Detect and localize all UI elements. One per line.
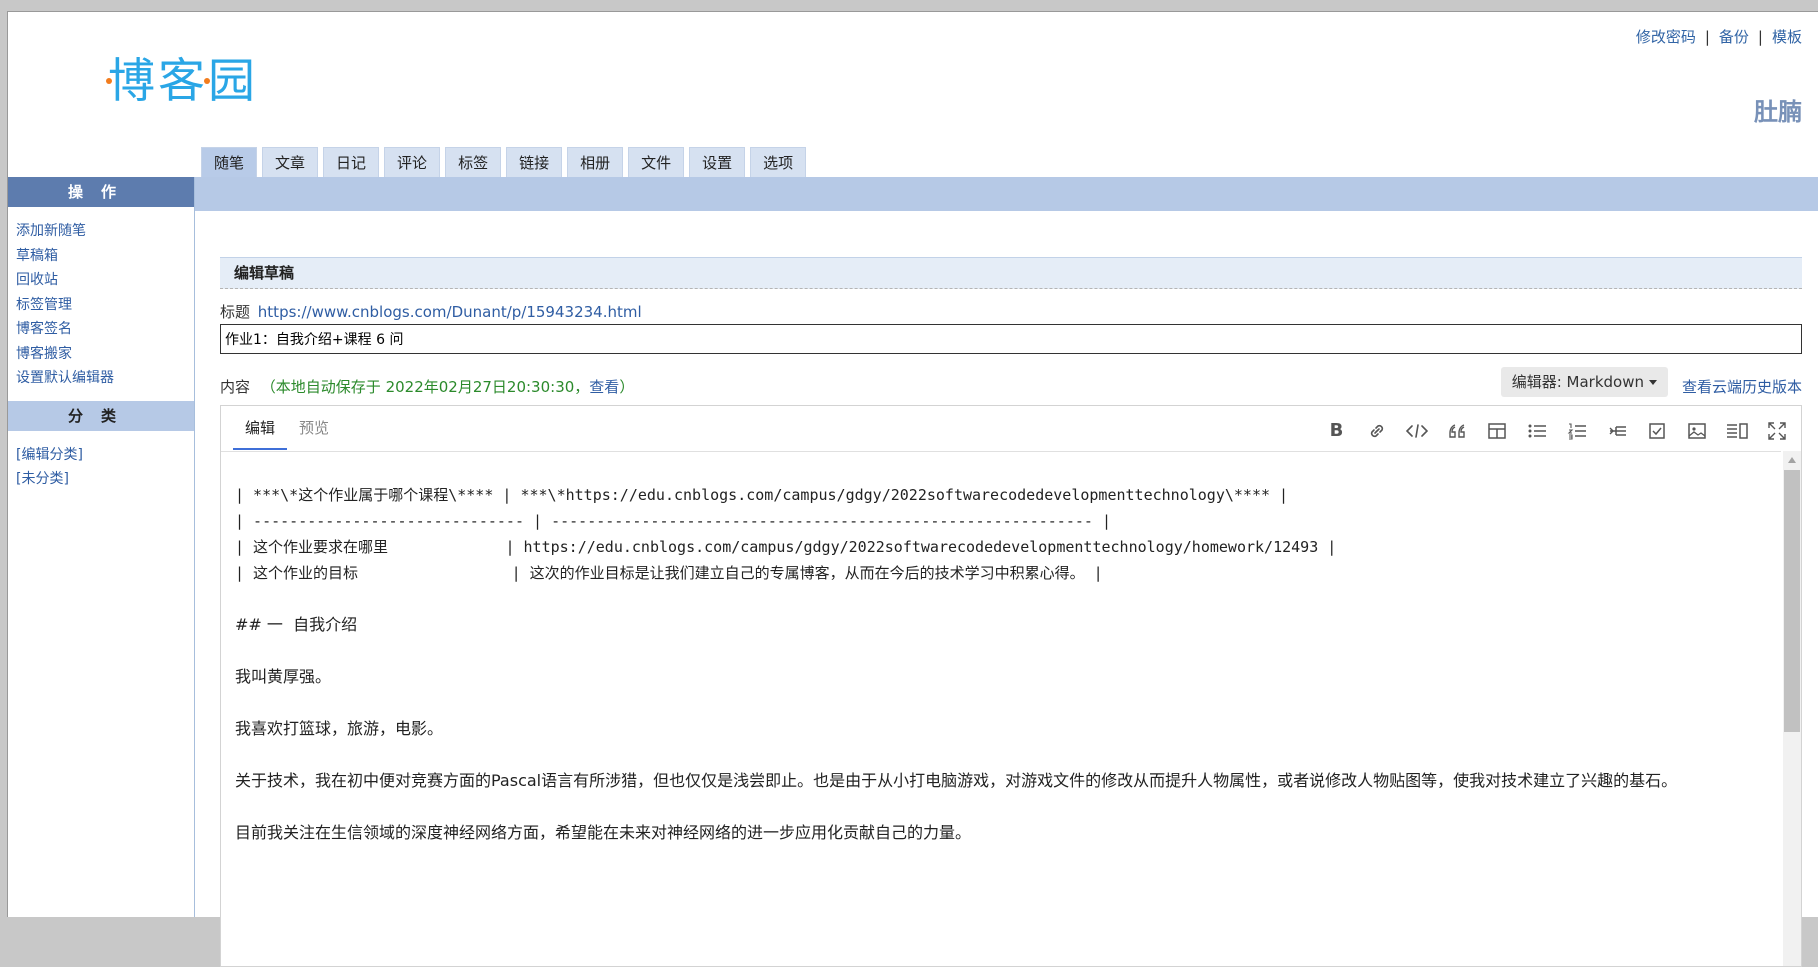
- autosave-view-link[interactable]: 查看: [589, 378, 619, 396]
- autosave-notice: （本地自动保存于 2022年02月27日20:30:30，查看）: [261, 378, 635, 396]
- editor-line: | 这个作业要求在哪里 | https://edu.cnblogs.com/ca…: [235, 534, 1767, 560]
- editor-line: [235, 586, 1767, 612]
- sidebar: 操作 添加新随笔 草稿箱 回收站 标签管理 博客签名 博客搬家 设置默认编辑器 …: [8, 177, 195, 917]
- main-tabs: 随笔 文章 日记 评论 标签 链接 相册 文件 设置 选项: [201, 147, 806, 178]
- tab-albums[interactable]: 相册: [567, 147, 623, 178]
- editor-line: 我叫黄厚强。: [235, 664, 1767, 690]
- backup-link[interactable]: 备份: [1719, 28, 1749, 46]
- bullet-list-icon[interactable]: [1524, 418, 1549, 443]
- tab-posts[interactable]: 随笔: [201, 147, 257, 178]
- sidebar-category-list: [编辑分类] [未分类]: [8, 431, 194, 502]
- sidebar-item-add-post[interactable]: 添加新随笔: [16, 219, 194, 244]
- editor-tabs: 编辑 预览: [233, 406, 341, 451]
- editor-line: [235, 742, 1767, 768]
- page-title: 编辑草稿: [220, 257, 1802, 289]
- editor-line: 关于技术，我在初中便对竞赛方面的Pascal语言有所涉猎，但也仅仅是浅尝即止。也…: [235, 768, 1767, 794]
- top-links: 修改密码 | 备份 | 模板: [1636, 26, 1802, 47]
- separator: |: [1705, 28, 1710, 46]
- sidebar-item-default-editor[interactable]: 设置默认编辑器: [16, 366, 194, 391]
- tab-bar-strip: [194, 177, 1818, 211]
- sidebar-ops-list: 添加新随笔 草稿箱 回收站 标签管理 博客签名 博客搬家 设置默认编辑器: [8, 207, 194, 401]
- bold-glyph: B: [1330, 420, 1344, 441]
- tab-diary[interactable]: 日记: [323, 147, 379, 178]
- content-label: 内容: [220, 378, 250, 396]
- username[interactable]: 肚腩: [1754, 92, 1802, 127]
- logo-dot: [106, 78, 112, 84]
- table-icon[interactable]: [1484, 418, 1509, 443]
- link-icon[interactable]: [1364, 418, 1389, 443]
- markdown-textarea[interactable]: | ***\*这个作业属于哪个课程\**** | ***\*https://ed…: [221, 451, 1781, 966]
- side-by-side-icon[interactable]: [1724, 418, 1749, 443]
- checkbox-icon[interactable]: [1644, 418, 1669, 443]
- main-content: 编辑草稿 标题 https://www.cnblogs.com/Dunant/p…: [220, 257, 1802, 406]
- sidebar-item-uncategorized[interactable]: [未分类]: [16, 467, 194, 492]
- sidebar-item-edit-categories[interactable]: [编辑分类]: [16, 443, 194, 468]
- editor-scrollbar[interactable]: [1783, 451, 1801, 966]
- editor-line: | ***\*这个作业属于哪个课程\**** | ***\*https://ed…: [235, 482, 1767, 508]
- scrollbar-thumb[interactable]: [1784, 470, 1800, 732]
- autosave-text: （本地自动保存于 2022年02月27日20:30:30，: [261, 378, 590, 396]
- sidebar-item-blog-signature[interactable]: 博客签名: [16, 317, 194, 342]
- tab-links[interactable]: 链接: [506, 147, 562, 178]
- editor-type-dropdown[interactable]: 编辑器: Markdown: [1501, 367, 1668, 397]
- tab-preview[interactable]: 预览: [287, 406, 341, 448]
- quote-icon[interactable]: [1444, 418, 1469, 443]
- sidebar-item-recycle-bin[interactable]: 回收站: [16, 268, 194, 293]
- separator: |: [1758, 28, 1763, 46]
- content-row: 内容 （本地自动保存于 2022年02月27日20:30:30，查看） 编辑器:…: [220, 376, 1802, 406]
- logo-text: 博客园: [108, 54, 258, 109]
- title-row: 标题 https://www.cnblogs.com/Dunant/p/1594…: [220, 301, 1802, 322]
- editor-toolbar: B: [1324, 418, 1789, 443]
- tab-tags[interactable]: 标签: [445, 147, 501, 178]
- bold-icon[interactable]: B: [1324, 418, 1349, 443]
- editor-line: [235, 794, 1767, 820]
- image-icon[interactable]: [1684, 418, 1709, 443]
- title-label: 标题: [220, 303, 250, 321]
- tab-files[interactable]: 文件: [628, 147, 684, 178]
- sidebar-item-tag-management[interactable]: 标签管理: [16, 293, 194, 318]
- autosave-close: ）: [619, 378, 634, 396]
- tab-articles[interactable]: 文章: [262, 147, 318, 178]
- editor-line: [235, 690, 1767, 716]
- scroll-up-arrow-icon[interactable]: [1788, 457, 1796, 463]
- brand-logo[interactable]: 博客园: [108, 52, 268, 112]
- tab-edit[interactable]: 编辑: [233, 406, 287, 450]
- post-url-link[interactable]: https://www.cnblogs.com/Dunant/p/1594323…: [258, 303, 642, 321]
- editor-line: | 这个作业的目标 | 这次的作业目标是让我们建立自己的专属博客，从而在今后的技…: [235, 560, 1767, 586]
- tab-settings[interactable]: 设置: [689, 147, 745, 178]
- logo-dot: [204, 78, 210, 84]
- tab-options[interactable]: 选项: [750, 147, 806, 178]
- sidebar-item-blog-migration[interactable]: 博客搬家: [16, 342, 194, 367]
- editor-line: ## 一 自我介绍: [235, 612, 1767, 638]
- fullscreen-icon[interactable]: [1764, 418, 1789, 443]
- code-icon[interactable]: [1404, 418, 1429, 443]
- editor-line: | ------------------------------ | -----…: [235, 508, 1767, 534]
- sidebar-category-header: 分类: [8, 401, 194, 431]
- numbered-list-icon[interactable]: [1564, 418, 1589, 443]
- editor-type-label: 编辑器: Markdown: [1512, 373, 1644, 391]
- tree-icon[interactable]: [1604, 418, 1629, 443]
- page-frame: 博客园 修改密码 | 备份 | 模板 肚腩 随笔 文章 日记 评论 标签 链接 相册 文…: [7, 11, 1818, 917]
- template-link[interactable]: 模板: [1772, 28, 1802, 46]
- cloud-history-link[interactable]: 查看云端历史版本: [1682, 376, 1802, 397]
- chevron-down-icon: [1649, 380, 1657, 385]
- editor-line: [235, 638, 1767, 664]
- editor-line: 目前我关注在生信领域的深度神经网络方面，希望能在未来对神经网络的进一步应用化贡献…: [235, 820, 1767, 846]
- change-password-link[interactable]: 修改密码: [1636, 28, 1696, 46]
- sidebar-item-drafts[interactable]: 草稿箱: [16, 244, 194, 269]
- title-input[interactable]: [220, 324, 1802, 354]
- tab-comments[interactable]: 评论: [384, 147, 440, 178]
- markdown-editor: 编辑 预览 B: [220, 405, 1802, 967]
- editor-line: 我喜欢打篮球，旅游，电影。: [235, 716, 1767, 742]
- sidebar-ops-header: 操作: [8, 177, 194, 207]
